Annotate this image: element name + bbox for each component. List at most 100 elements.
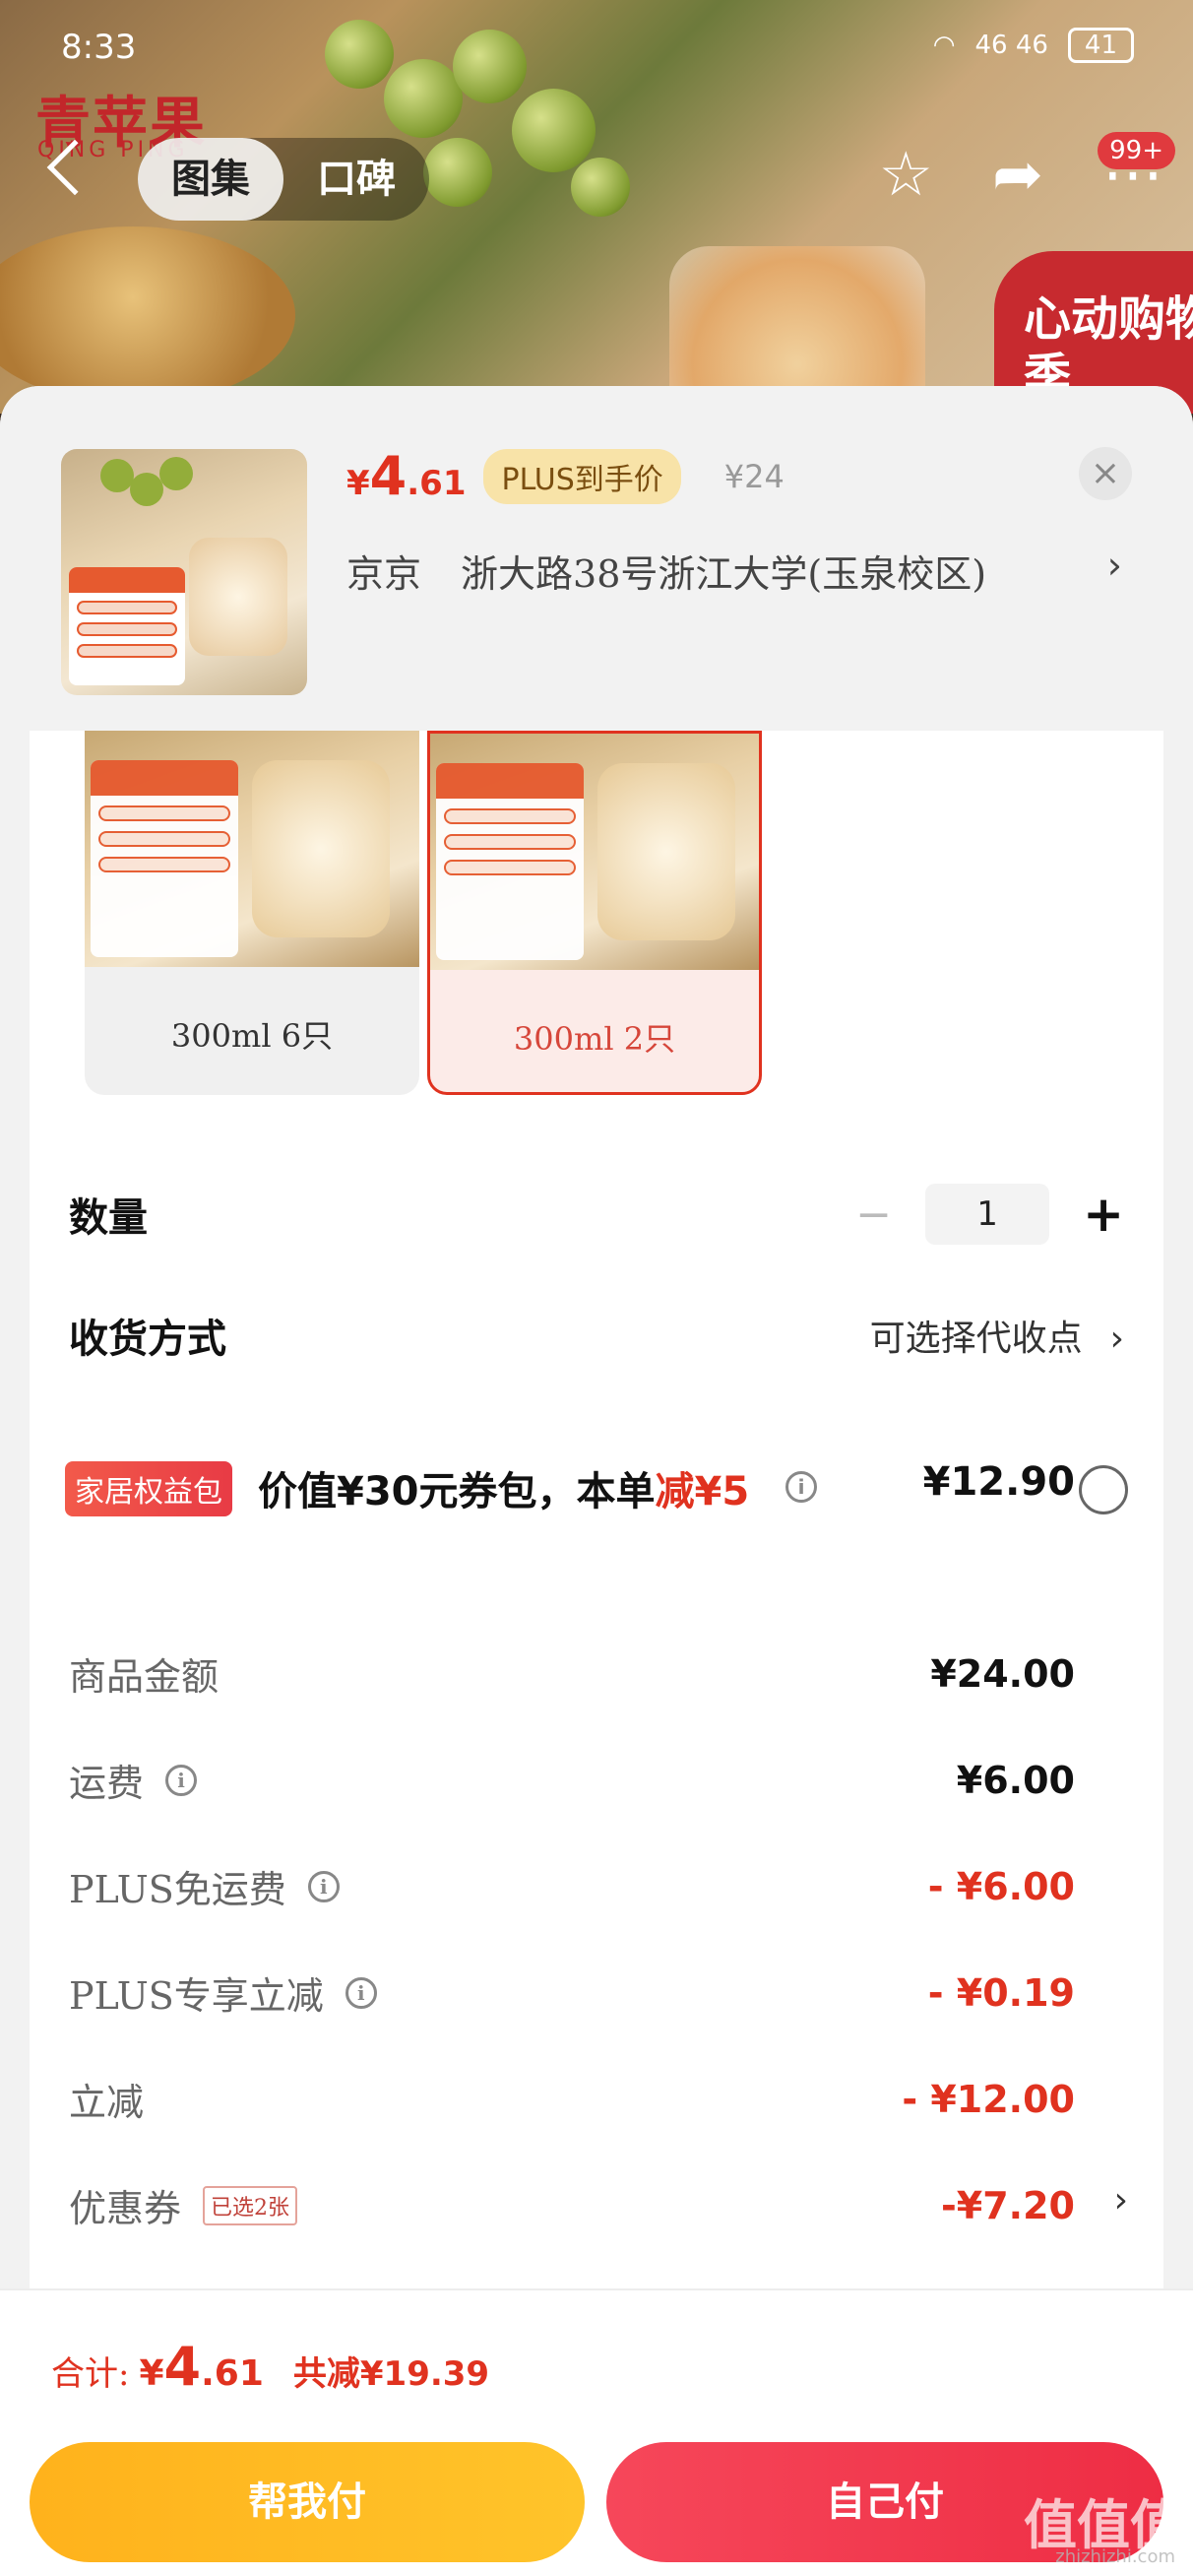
cost-label-text: 运费 xyxy=(69,1762,145,1805)
chevron-right-icon[interactable]: › xyxy=(1107,544,1122,587)
poster-header xyxy=(69,567,185,593)
cost-value: - ¥12.00 xyxy=(902,2077,1075,2121)
variant-image xyxy=(430,734,759,970)
poster-line xyxy=(77,622,177,636)
cost-label: PLUS免运费 i xyxy=(69,1859,340,1913)
grape xyxy=(130,473,163,506)
cost-row-coupon[interactable]: 优惠券 已选2张 -¥7.20 xyxy=(69,2178,1075,2232)
cost-row-plus-free-shipping: PLUS免运费 i - ¥6.00 xyxy=(69,1859,1075,1913)
benefit-discount: 减¥5 xyxy=(655,1469,750,1514)
grape xyxy=(423,138,492,207)
cost-value: - ¥0.19 xyxy=(927,1970,1075,2015)
cost-row-plus-discount: PLUS专享立减 i - ¥0.19 xyxy=(69,1965,1075,2020)
total-savings: 共减¥19.39 xyxy=(292,2354,490,2394)
poster-line xyxy=(444,808,576,824)
delivery-method-title: 收货方式 xyxy=(69,1317,226,1362)
status-indicators: ◠ 46 46 41 xyxy=(933,28,1134,63)
header-tabs: 图集 口碑 xyxy=(138,138,429,221)
chevron-right-icon: › xyxy=(1109,1319,1124,1359)
info-icon[interactable]: i xyxy=(785,1471,817,1503)
variant-image xyxy=(85,731,419,967)
delivery-method-row[interactable]: 收货方式 可选择代收点 › xyxy=(69,1307,1124,1364)
benefit-radio[interactable] xyxy=(1079,1465,1128,1514)
grape xyxy=(571,158,630,217)
wifi-icon: ◠ xyxy=(932,31,956,60)
cost-label: 运费 i xyxy=(69,1753,198,1807)
total-amount: ¥4.61 xyxy=(139,2336,263,2398)
poster-header xyxy=(436,763,584,799)
info-icon[interactable]: i xyxy=(307,1870,340,1902)
poster-line xyxy=(444,834,576,850)
bread-decoration xyxy=(0,226,295,404)
signal-text: 46 46 xyxy=(974,31,1048,60)
cost-value: -¥7.20 xyxy=(941,2183,1075,2227)
delivery-method-value: 可选择代收点 › xyxy=(870,1310,1124,1361)
favorite-star-icon[interactable]: ☆ xyxy=(878,138,933,210)
total-integer: 4 xyxy=(163,2336,202,2398)
benefit-tag: 家居权益包 xyxy=(65,1461,232,1516)
variant-option[interactable]: 300ml 6只 xyxy=(85,731,419,1095)
tab-gallery[interactable]: 图集 xyxy=(138,138,283,221)
poster-header xyxy=(91,760,238,796)
price-integer: 4 xyxy=(369,445,408,507)
cost-label-text: 优惠券 xyxy=(69,2187,182,2230)
help-me-pay-button[interactable]: 帮我付 xyxy=(30,2442,585,2562)
price-decimal: .61 xyxy=(407,464,467,503)
order-total: 合计: ¥4.61 共减¥19.39 xyxy=(51,2336,489,2398)
chevron-right-icon[interactable]: › xyxy=(1114,2180,1128,2221)
recipient-name: 京京 xyxy=(346,552,422,596)
status-time: 8:33 xyxy=(61,28,137,67)
glass-decoration xyxy=(597,763,735,940)
plus-price: ¥4.61 xyxy=(346,445,466,507)
tab-reviews[interactable]: 口碑 xyxy=(283,138,429,221)
message-badge: 99+ xyxy=(1098,132,1175,169)
total-label: 合计: xyxy=(51,2354,130,2394)
cost-value: ¥6.00 xyxy=(956,1758,1075,1802)
minus-button[interactable]: − xyxy=(855,1190,892,1240)
poster-line xyxy=(98,805,230,821)
poster-line xyxy=(77,644,177,658)
product-summary: ¥4.61 PLUS到手价 ¥24 × 京京 浙大路38号浙江大学(玉泉校区) … xyxy=(0,386,1193,731)
status-bar: 8:33 ◠ 46 46 41 xyxy=(0,0,1193,89)
poster-line xyxy=(98,857,230,872)
quantity-input[interactable]: 1 xyxy=(925,1184,1050,1245)
watermark-site: zhizhizhi.com xyxy=(1055,2546,1175,2567)
glass-decoration xyxy=(252,760,390,937)
cost-label: 商品金额 xyxy=(69,1655,220,1699)
address-text: 浙大路38号浙江大学(玉泉校区) xyxy=(461,552,987,596)
benefit-text: 价值¥30元券包，本单 xyxy=(258,1469,656,1514)
poster-line xyxy=(98,831,230,847)
info-icon[interactable]: i xyxy=(165,1764,198,1796)
purchase-sheet: ¥4.61 PLUS到手价 ¥24 × 京京 浙大路38号浙江大学(玉泉校区) … xyxy=(0,386,1193,2576)
grape xyxy=(159,457,193,490)
total-decimal: .61 xyxy=(201,2353,264,2394)
cost-label: 优惠券 已选2张 xyxy=(69,2178,298,2232)
glass-decoration xyxy=(189,538,287,656)
benefit-price: ¥12.90 xyxy=(922,1459,1075,1505)
price-currency: ¥ xyxy=(346,464,370,503)
variant-label: 300ml 2只 xyxy=(513,1020,676,1058)
promo-poster xyxy=(69,567,185,685)
plus-button[interactable]: + xyxy=(1083,1186,1124,1243)
total-currency: ¥ xyxy=(139,2353,164,2394)
promo-poster xyxy=(436,763,584,960)
close-icon[interactable]: × xyxy=(1079,447,1132,500)
cost-row-goods: 商品金额 ¥24.00 xyxy=(69,1646,1075,1701)
delivery-address[interactable]: 京京 浙大路38号浙江大学(玉泉校区) xyxy=(346,544,986,598)
variant-option-selected[interactable]: 300ml 2只 xyxy=(427,731,762,1095)
quantity-stepper: − 1 + xyxy=(855,1184,1124,1245)
cost-label: 立减 xyxy=(69,2081,145,2124)
cost-value: ¥24.00 xyxy=(930,1651,1075,1696)
info-icon[interactable]: i xyxy=(345,1976,377,2009)
grape xyxy=(100,459,134,492)
product-thumbnail[interactable] xyxy=(61,449,307,695)
cost-label-text: PLUS专享立减 xyxy=(69,1974,324,2018)
cost-row-instant-discount: 立减 - ¥12.00 xyxy=(69,2072,1075,2126)
promo-poster xyxy=(91,760,238,957)
benefit-package-card[interactable]: 家居权益包 价值¥30元券包，本单减¥5 i ¥12.90 xyxy=(30,1406,1163,1570)
cost-label-text: PLUS免运费 xyxy=(69,1868,286,1911)
poster-line xyxy=(77,601,177,614)
cost-value: - ¥6.00 xyxy=(927,1864,1075,1908)
share-icon[interactable]: ➦ xyxy=(992,138,1043,210)
poster-line xyxy=(444,860,576,875)
